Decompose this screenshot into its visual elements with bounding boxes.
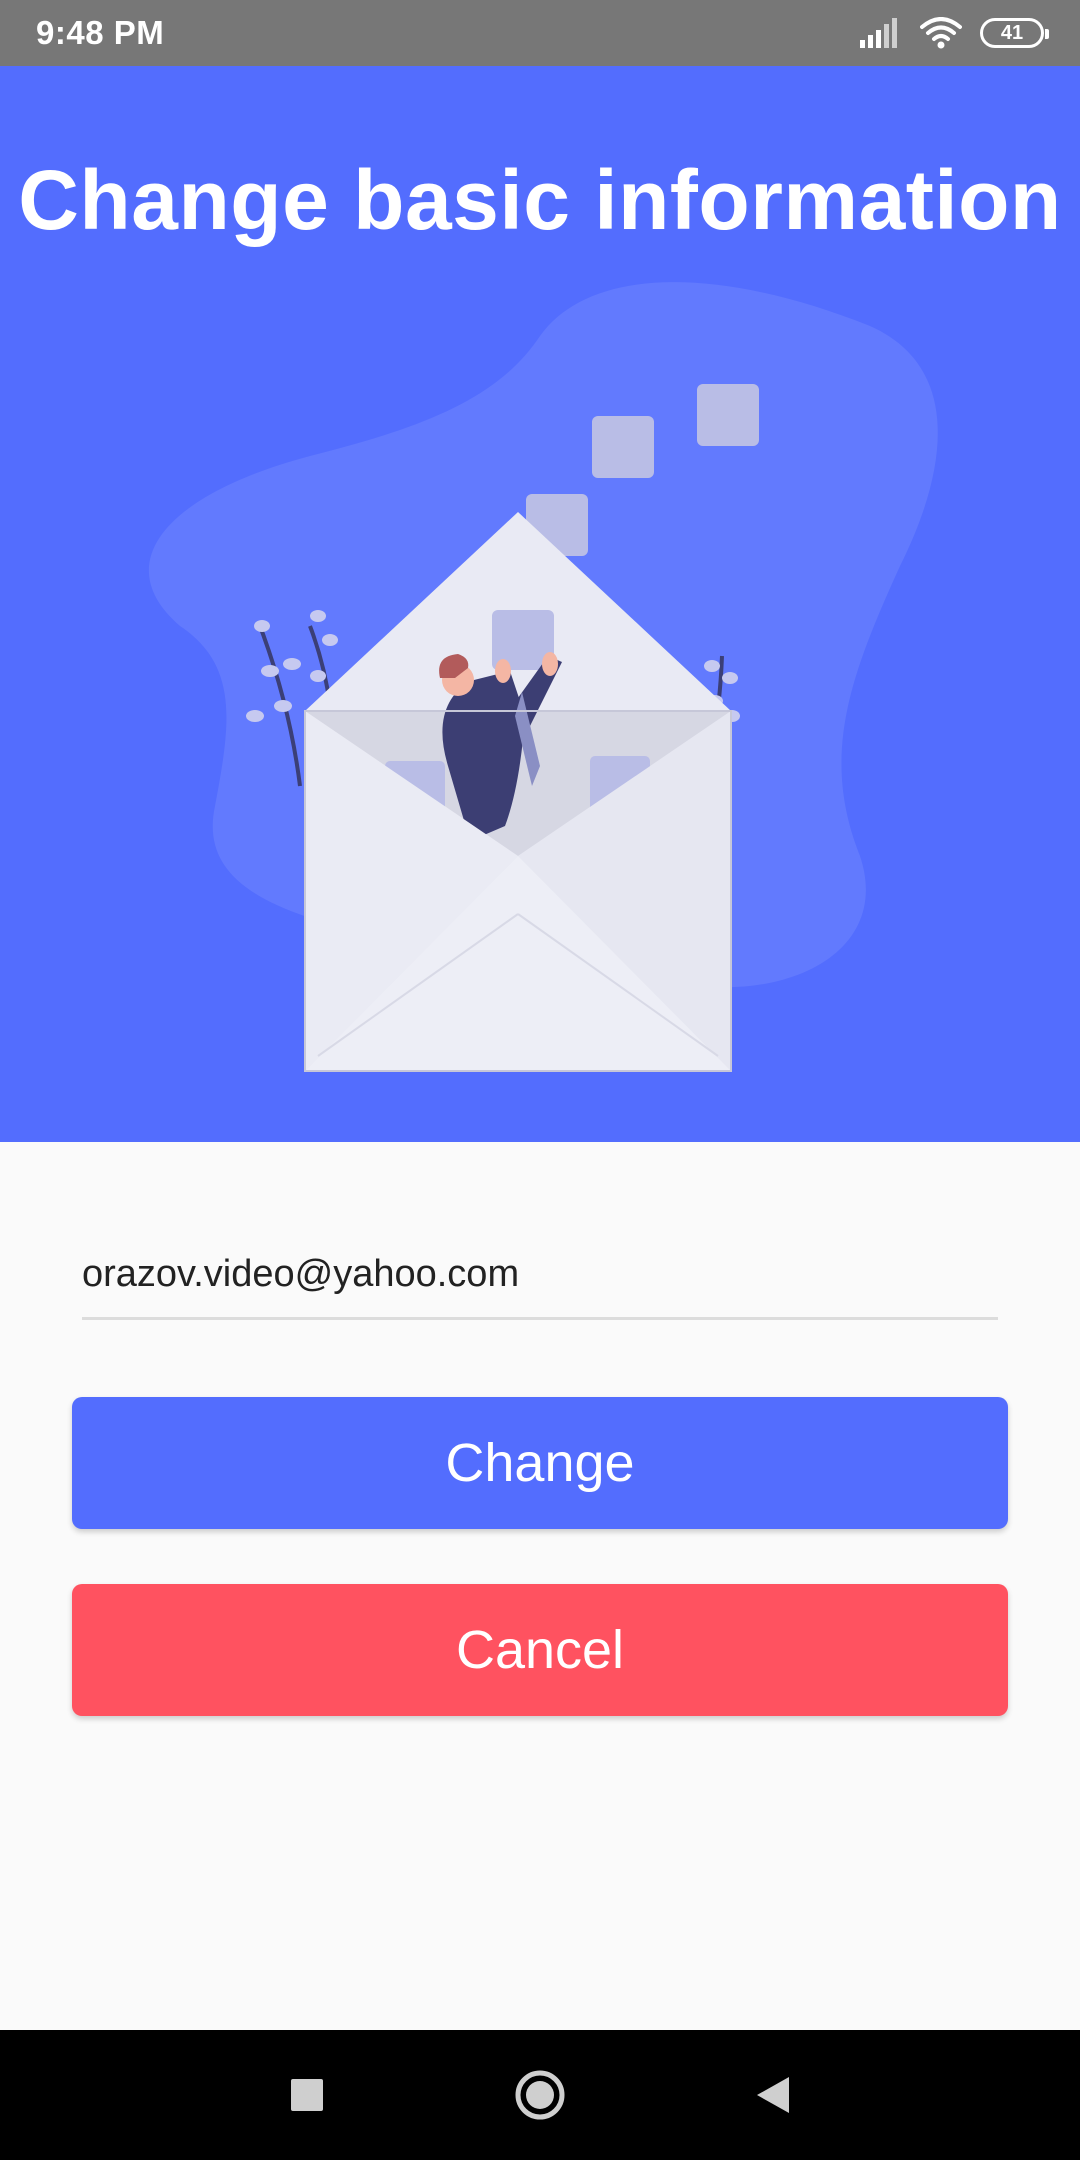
cancel-button[interactable]: Cancel (72, 1584, 1008, 1716)
battery-level: 41 (1000, 21, 1024, 44)
home-icon (515, 2070, 565, 2120)
wifi-icon (920, 17, 962, 49)
page-title: Change basic information (18, 153, 1062, 247)
hero-banner: Change basic information (0, 66, 1080, 1142)
signal-icon (860, 18, 897, 48)
email-input[interactable] (82, 1232, 998, 1320)
change-info-screen: 9:48 PM 41 Change basic information oraz… (0, 0, 1080, 2160)
home-button[interactable] (505, 2060, 575, 2130)
recent-apps-icon (290, 2079, 323, 2111)
change-button[interactable]: Change (72, 1397, 1008, 1529)
status-icons: 41 (860, 17, 1049, 49)
recent-apps-button[interactable] (272, 2060, 342, 2130)
back-icon (757, 2077, 790, 2113)
back-button[interactable] (738, 2060, 808, 2130)
status-time: 9:48 PM (36, 14, 165, 51)
status-bar: 9:48 PM 41 (0, 0, 1080, 66)
navigation-bar (0, 2030, 1080, 2160)
battery-icon: 41 (980, 18, 1049, 48)
